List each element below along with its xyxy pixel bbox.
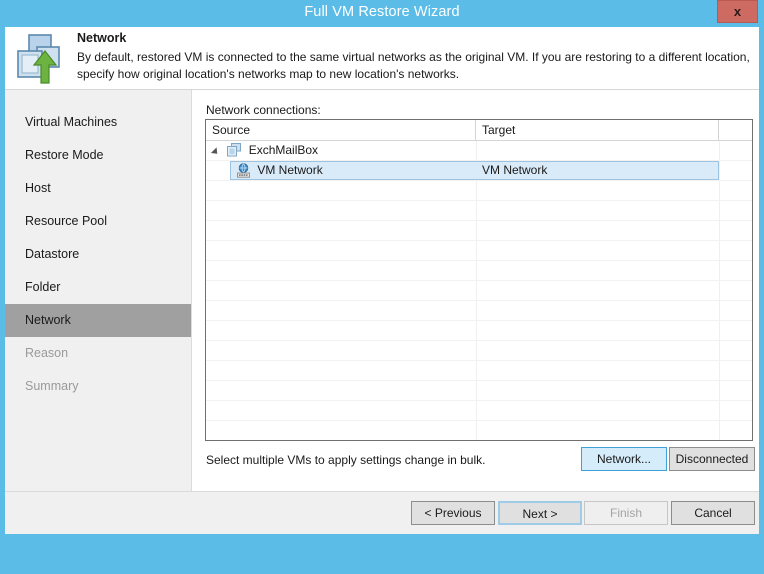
previous-button[interactable]: < Previous <box>411 501 495 525</box>
grid-vline <box>476 181 477 200</box>
grid-label: Network connections: <box>206 103 321 117</box>
wizard-header: Network By default, restored VM is conne… <box>5 27 759 90</box>
grid-vline <box>719 301 720 320</box>
empty-row <box>206 421 752 441</box>
expand-collapse-icon[interactable] <box>212 141 224 160</box>
grid-vline <box>719 341 720 360</box>
network-restore-icon <box>15 33 71 85</box>
window-title: Full VM Restore Wizard <box>0 4 764 20</box>
empty-row <box>206 381 752 401</box>
network-adapter-icon <box>236 163 251 180</box>
grid-vline <box>476 341 477 360</box>
grid-body: ExchMailBox <box>206 141 752 440</box>
grid-vline <box>719 361 720 380</box>
sidebar-item-reason: Reason <box>5 337 191 370</box>
empty-row <box>206 401 752 421</box>
page-description: By default, restored VM is connected to … <box>77 49 753 82</box>
cell-source: VM Network <box>206 161 476 180</box>
cell-extra <box>719 141 752 160</box>
grid-vline <box>719 421 720 440</box>
sidebar-item-virtual-machines[interactable]: Virtual Machines <box>5 106 191 139</box>
network-button[interactable]: Network... <box>581 447 667 471</box>
column-header-source[interactable]: Source <box>206 120 476 140</box>
empty-row <box>206 201 752 221</box>
sidebar-item-resource-pool[interactable]: Resource Pool <box>5 205 191 238</box>
grid-vline <box>476 401 477 420</box>
table-row[interactable]: VM Network VM Network <box>206 161 752 181</box>
close-button[interactable]: x <box>717 0 758 23</box>
grid-vline <box>476 241 477 260</box>
grid-vline <box>719 241 720 260</box>
grid-vline <box>476 421 477 440</box>
sidebar-item-summary: Summary <box>5 370 191 403</box>
sidebar-item-restore-mode[interactable]: Restore Mode <box>5 139 191 172</box>
empty-row <box>206 181 752 201</box>
network-connections-grid[interactable]: Source Target <box>205 119 753 441</box>
column-header-target[interactable]: Target <box>476 120 719 140</box>
cell-target <box>476 141 719 160</box>
title-bar: Full VM Restore Wizard x <box>0 0 764 27</box>
sidebar-item-label: Host <box>25 181 51 195</box>
wizard-body: Virtual Machines Restore Mode Host Resou… <box>5 90 759 491</box>
grid-vline <box>476 361 477 380</box>
sidebar-item-datastore[interactable]: Datastore <box>5 238 191 271</box>
cell-extra <box>719 161 752 180</box>
network-connections-panel: Network connections: Source Target <box>192 90 759 491</box>
sidebar-item-label: Restore Mode <box>25 148 104 162</box>
sidebar-item-label: Reason <box>25 346 68 360</box>
row-source-label: ExchMailBox <box>249 141 318 160</box>
grid-vline <box>476 201 477 220</box>
grid-header-row: Source Target <box>206 120 752 141</box>
cell-target: VM Network <box>476 161 719 180</box>
column-header-extra[interactable] <box>719 120 752 140</box>
grid-vline <box>476 281 477 300</box>
empty-row <box>206 341 752 361</box>
empty-row <box>206 241 752 261</box>
cell-source: ExchMailBox <box>206 141 476 160</box>
sidebar-item-label: Virtual Machines <box>25 115 117 129</box>
grid-vline <box>476 321 477 340</box>
row-source-label: VM Network <box>257 161 322 180</box>
grid-vline <box>719 181 720 200</box>
wizard-step-sidebar: Virtual Machines Restore Mode Host Resou… <box>5 90 192 491</box>
grid-vline <box>719 321 720 340</box>
page-title: Network <box>77 31 126 45</box>
grid-vline <box>476 261 477 280</box>
sidebar-item-label: Folder <box>25 280 60 294</box>
grid-vline <box>719 281 720 300</box>
grid-vline <box>719 261 720 280</box>
grid-vline <box>476 221 477 240</box>
grid-vline <box>719 381 720 400</box>
wizard-footer: < Previous Next > Finish Cancel <box>5 491 759 534</box>
empty-row <box>206 321 752 341</box>
vm-icon <box>227 143 242 160</box>
grid-vline <box>719 201 720 220</box>
sidebar-item-host[interactable]: Host <box>5 172 191 205</box>
sidebar-item-folder[interactable]: Folder <box>5 271 191 304</box>
grid-vline <box>719 221 720 240</box>
disconnected-button[interactable]: Disconnected <box>669 447 755 471</box>
cancel-button[interactable]: Cancel <box>671 501 755 525</box>
close-icon: x <box>718 4 757 19</box>
table-row[interactable]: ExchMailBox <box>206 141 752 161</box>
empty-row <box>206 221 752 241</box>
sidebar-item-label: Resource Pool <box>25 214 107 228</box>
grid-vline <box>476 301 477 320</box>
empty-row <box>206 281 752 301</box>
sidebar-item-label: Summary <box>25 379 78 393</box>
next-button[interactable]: Next > <box>498 501 582 525</box>
sidebar-item-label: Network <box>25 313 71 327</box>
sidebar-item-label: Datastore <box>25 247 79 261</box>
finish-button: Finish <box>584 501 668 525</box>
wizard-window: Full VM Restore Wizard x Network By defa… <box>0 0 764 539</box>
empty-row <box>206 361 752 381</box>
grid-vline <box>719 401 720 420</box>
bulk-hint-text: Select multiple VMs to apply settings ch… <box>206 453 485 467</box>
empty-row <box>206 301 752 321</box>
empty-row <box>206 261 752 281</box>
sidebar-item-network[interactable]: Network <box>5 304 191 337</box>
grid-vline <box>476 381 477 400</box>
bulk-actions-bar: Select multiple VMs to apply settings ch… <box>205 447 753 474</box>
